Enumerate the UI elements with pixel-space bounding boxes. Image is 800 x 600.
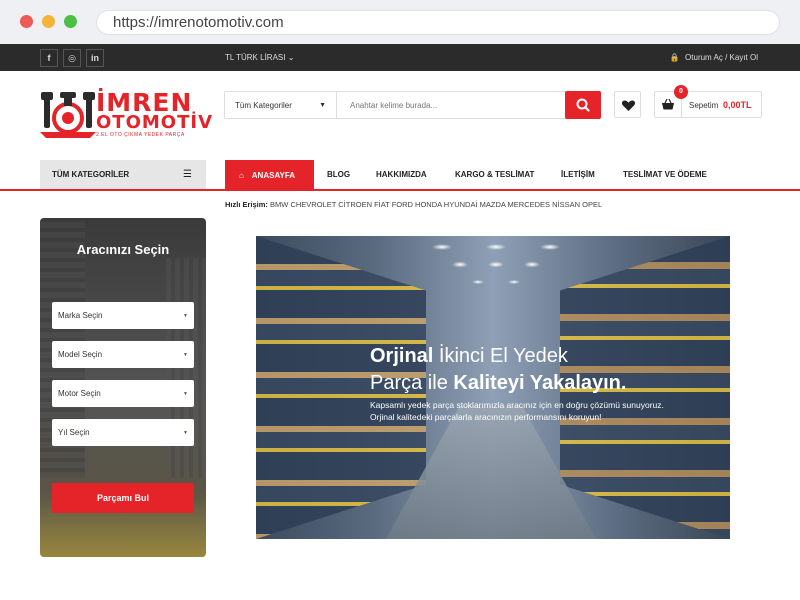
wishlist-button[interactable]: [614, 91, 641, 118]
vehicle-finder-title: Aracınızı Seçin: [76, 242, 170, 257]
engine-select[interactable]: Motor Seçin ▼: [52, 380, 194, 407]
year-select-label: Yıl Seçin: [58, 428, 90, 437]
login-link[interactable]: Oturum Aç: [685, 53, 723, 62]
nav-contact[interactable]: İLETİŞİM: [561, 170, 595, 179]
brand-select-label: Marka Seçin: [58, 311, 103, 320]
address-bar[interactable]: https://imrenotomotiv.com: [96, 10, 780, 35]
caret-down-icon: ▼: [183, 313, 188, 319]
nav-divider: [0, 189, 800, 191]
search-bar: Tüm Kategoriler ▼: [224, 91, 601, 119]
account-links: 🔒 Oturum Aç / Kayıt Ol: [670, 53, 758, 62]
caret-down-icon: ▼: [183, 391, 188, 397]
all-categories-label: TÜM KATEGORİLER: [52, 170, 130, 179]
hero-banner[interactable]: Orjinal İkinci El Yedek Parça ile Kalite…: [256, 236, 730, 539]
instagram-icon[interactable]: ◎: [63, 49, 81, 67]
hero-headline-rest: İkinci El Yedek: [433, 345, 568, 367]
quick-access: Hızlı Erişim: BMW CHEVROLET CİTROEN FİAT…: [225, 200, 602, 209]
cart-label: Sepetim: [689, 101, 719, 110]
caret-down-icon: ▼: [183, 352, 188, 358]
currency-label: TL TÜRK LİRASI: [225, 53, 286, 62]
chevron-down-icon: ⌄: [287, 53, 295, 62]
brand-select[interactable]: Marka Seçin ▼: [52, 302, 194, 329]
model-select-label: Model Seçin: [58, 350, 103, 359]
browser-chrome: https://imrenotomotiv.com: [0, 0, 800, 44]
find-part-button[interactable]: Parçamı Bul: [52, 483, 194, 513]
hero-paragraph-line1: Kapsamlı yedek parça stoklarımızla aracı…: [370, 400, 664, 410]
home-icon: ⌂: [239, 171, 244, 180]
quick-access-brands[interactable]: BMW CHEVROLET CİTROEN FİAT FORD HONDA HY…: [270, 200, 602, 209]
divider: /: [725, 53, 728, 62]
maximize-window-button[interactable]: [64, 15, 77, 28]
logo-tagline: 2.EL OTO ÇIKMA YEDEK PARÇA: [96, 132, 185, 138]
quick-access-label: Hızlı Erişim:: [225, 200, 268, 209]
nav-shipping[interactable]: KARGO & TESLİMAT: [455, 170, 534, 179]
hero-paragraph-line2: Orjinal kalitedeki parçalarla aracınızın…: [370, 412, 602, 422]
nav-home[interactable]: ⌂ ANASAYFA: [225, 160, 314, 190]
hero-headline-line2: Parça ile Kaliteyi Yakalayın.: [370, 372, 626, 395]
hero-headline-bold: Orjinal: [370, 345, 434, 367]
all-categories-button[interactable]: TÜM KATEGORİLER ☰: [40, 160, 206, 189]
site-logo[interactable]: İMREN OTOMOTİV 2.EL OTO ÇIKMA YEDEK PARÇ…: [40, 88, 214, 140]
cart-count-badge: 0: [674, 85, 688, 99]
top-bar: f ◎ in TL TÜRK LİRASI ⌄ 🔒 Oturum Aç / Ka…: [0, 44, 800, 71]
minimize-window-button[interactable]: [42, 15, 55, 28]
register-link[interactable]: Kayıt Ol: [730, 53, 758, 62]
search-button[interactable]: [565, 91, 601, 119]
engine-select-label: Motor Seçin: [58, 389, 101, 398]
search-input[interactable]: [338, 92, 563, 118]
nav-about[interactable]: HAKKIMIZDA: [376, 170, 427, 179]
vehicle-finder-panel: Aracınızı Seçin Marka Seçin ▼ Model Seçi…: [40, 218, 206, 557]
caret-down-icon: ▼: [319, 102, 326, 109]
model-select[interactable]: Model Seçin ▼: [52, 341, 194, 368]
hero-headline-bold: Kaliteyi Yakalayın.: [453, 372, 627, 394]
ceiling-lights: [406, 240, 586, 310]
currency-selector[interactable]: TL TÜRK LİRASI ⌄: [225, 53, 294, 62]
nav-blog[interactable]: BLOG: [327, 170, 350, 179]
cart-button[interactable]: Sepetim 0,00TL: [654, 91, 762, 118]
heart-icon: [621, 100, 636, 111]
facebook-icon[interactable]: f: [40, 49, 58, 67]
category-select[interactable]: Tüm Kategoriler ▼: [225, 92, 337, 118]
hero-headline-line1: Orjinal İkinci El Yedek: [370, 345, 568, 368]
lock-icon: 🔒: [669, 53, 680, 62]
wrench-piston-logo-icon: [40, 92, 96, 138]
logo-line2: OTOMOTİV: [96, 112, 214, 133]
cart-total: 0,00TL: [723, 100, 752, 110]
hero-headline-start: Parça ile: [370, 372, 454, 394]
nav-home-label: ANASAYFA: [251, 171, 296, 180]
category-select-label: Tüm Kategoriler: [235, 101, 292, 110]
year-select[interactable]: Yıl Seçin ▼: [52, 419, 194, 446]
linkedin-icon[interactable]: in: [86, 49, 104, 67]
nav-delivery-payment[interactable]: TESLİMAT VE ÖDEME: [623, 170, 707, 179]
caret-down-icon: ▼: [183, 430, 188, 436]
close-window-button[interactable]: [20, 15, 33, 28]
hamburger-icon: ☰: [183, 169, 192, 180]
search-icon: [576, 98, 590, 112]
